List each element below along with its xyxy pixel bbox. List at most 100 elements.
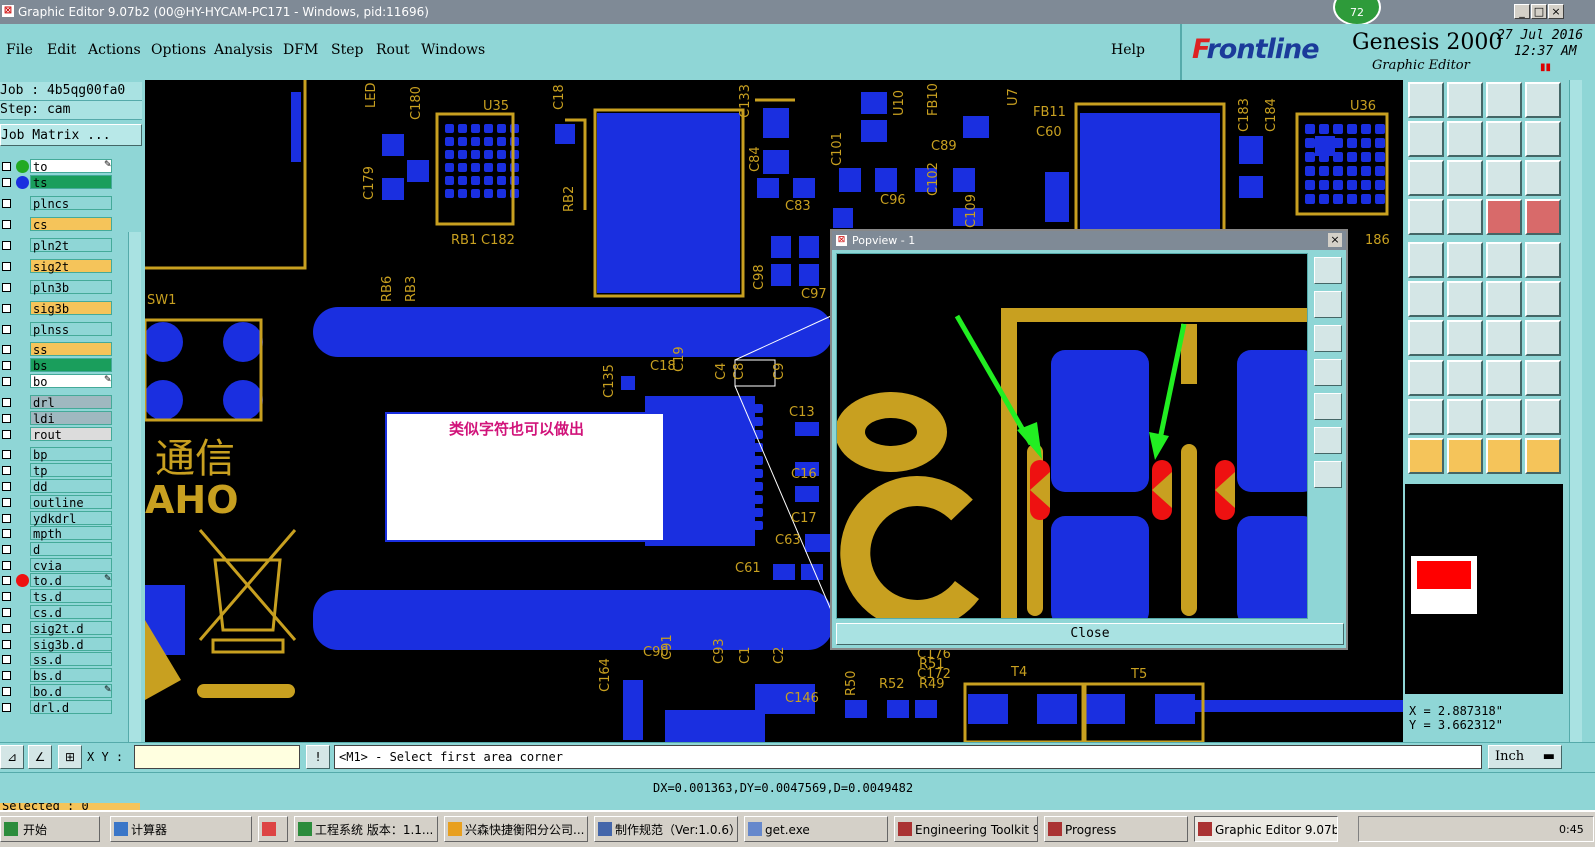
layer-checkbox[interactable] [2,345,11,354]
tool-edit4-4-icon[interactable] [1525,360,1561,396]
layer-row[interactable]: pln2t [0,238,118,253]
layer-checkbox[interactable] [2,430,11,439]
layer-row[interactable]: cvia [0,558,118,573]
xy-input[interactable] [134,745,300,769]
popview-window[interactable]: ⊠ Popview - 1 × Close [830,229,1348,650]
tool-nav3-2-icon[interactable] [1447,160,1483,196]
tool-edit4-2-icon[interactable] [1447,360,1483,396]
layer-checkbox[interactable] [2,592,11,601]
layer-row[interactable]: sig2t.d [0,621,118,636]
tool-nav4-4-icon[interactable] [1525,199,1561,235]
layer-name[interactable]: to [30,159,112,174]
layer-checkbox[interactable] [2,576,11,585]
taskbar-item[interactable]: get.exe [744,816,888,842]
layer-checkbox[interactable] [2,162,11,171]
layer-name[interactable]: to.d [30,573,112,588]
layer-name[interactable]: mpth [30,526,112,541]
layer-name[interactable]: plnss [30,322,112,337]
tool-nav-4-icon[interactable] [1525,82,1561,118]
tool-edit3-1-icon[interactable] [1408,320,1444,356]
popview-title-bar[interactable]: ⊠ Popview - 1 × [832,231,1346,250]
start-button[interactable]: 开始 [0,816,100,842]
tool-select-2-icon[interactable] [1447,438,1483,474]
tool-edit3-4-icon[interactable] [1525,320,1561,356]
layer-row[interactable]: to ✎ [0,159,118,174]
layer-row[interactable]: ts [0,175,118,190]
tool-nav4-3-icon[interactable] [1486,199,1522,235]
layer-name[interactable]: d [30,542,112,557]
tool-edit3-3-icon[interactable] [1486,320,1522,356]
tool-nav-2-icon[interactable] [1447,82,1483,118]
layer-row[interactable]: mpth [0,526,118,541]
layer-name[interactable]: dd [30,479,112,494]
layer-name[interactable]: ydkdrl [30,511,112,526]
tool-select-1-icon[interactable] [1408,438,1444,474]
layer-row[interactable]: ldi [0,411,118,426]
taskbar-item[interactable]: 兴森快捷衡阳分公司... [444,816,588,842]
layer-name[interactable]: sig2t.d [30,621,112,636]
layer-name[interactable]: ts.d [30,589,112,604]
tool-draw-1-icon[interactable] [1408,399,1444,435]
menu-help[interactable]: Help [1111,42,1145,58]
tool-edit-1-icon[interactable] [1408,242,1444,278]
popview-zoom-out-icon[interactable] [1314,461,1342,488]
layer-row[interactable]: outline [0,495,118,510]
layer-row[interactable]: tp [0,463,118,478]
tool-edit4-3-icon[interactable] [1486,360,1522,396]
layer-name[interactable]: pln2t [30,238,112,253]
layer-name[interactable]: bs [30,358,112,373]
taskbar-item[interactable]: 计算器 [110,816,252,842]
tool-nav-3-icon[interactable] [1486,82,1522,118]
layer-name[interactable]: cs [30,217,112,232]
layer-name[interactable]: bp [30,447,112,462]
layer-name[interactable]: drl.d [30,700,112,715]
layer-checkbox[interactable] [2,304,11,313]
layer-name[interactable]: drl [30,395,112,410]
layer-checkbox[interactable] [2,466,11,475]
layer-checkbox[interactable] [2,482,11,491]
menu-rout[interactable]: Rout [376,42,410,58]
tool-nav3-4-icon[interactable] [1525,160,1561,196]
tool-edit2-3-icon[interactable] [1486,281,1522,317]
layer-name[interactable]: bs.d [30,668,112,683]
layer-checkbox[interactable] [2,561,11,570]
layer-checkbox[interactable] [2,377,11,386]
tool-edit2-2-icon[interactable] [1447,281,1483,317]
layer-checkbox[interactable] [2,671,11,680]
layer-row[interactable]: plnss [0,322,118,337]
taskbar-item[interactable]: Engineering Toolkit 9.0... [894,816,1038,842]
layer-checkbox[interactable] [2,687,11,696]
menu-windows[interactable]: Windows [421,42,485,58]
layer-row[interactable]: plncs [0,196,118,211]
layer-row[interactable]: bo.d ✎ [0,684,118,699]
layer-name[interactable]: cvia [30,558,112,573]
tool-edit-4-icon[interactable] [1525,242,1561,278]
menu-dfm[interactable]: DFM [283,42,318,58]
layer-name[interactable]: ts [30,175,112,190]
popview-close-button[interactable]: Close [836,623,1344,645]
layer-row[interactable]: bo ✎ [0,374,118,389]
tool-edit2-4-icon[interactable] [1525,281,1561,317]
maximize-button[interactable]: □ [1531,4,1547,19]
layer-name[interactable]: sig3b.d [30,637,112,652]
layer-checkbox[interactable] [2,655,11,664]
unit-selector[interactable]: Inch ▬ [1488,745,1562,769]
layer-checkbox[interactable] [2,498,11,507]
layer-name[interactable]: ss [30,342,112,357]
layer-checkbox[interactable] [2,529,11,538]
tool-draw-4-icon[interactable] [1525,399,1561,435]
layer-list-scrollbar[interactable] [128,232,141,792]
layer-name[interactable]: sig2t [30,259,112,274]
popview-pan-up-icon[interactable] [1314,291,1342,318]
layer-name[interactable]: bo.d [30,684,112,699]
layer-checkbox[interactable] [2,220,11,229]
layer-row[interactable]: bs [0,358,118,373]
tool-nav2-3-icon[interactable] [1486,121,1522,157]
minimize-button[interactable]: _ [1514,4,1530,19]
popview-zoom-icon[interactable] [1314,257,1342,284]
layer-row[interactable]: bs.d [0,668,118,683]
layer-checkbox[interactable] [2,608,11,617]
menu-file[interactable]: File [6,42,33,58]
menu-edit[interactable]: Edit [47,42,76,58]
layer-row[interactable]: ss.d [0,652,118,667]
